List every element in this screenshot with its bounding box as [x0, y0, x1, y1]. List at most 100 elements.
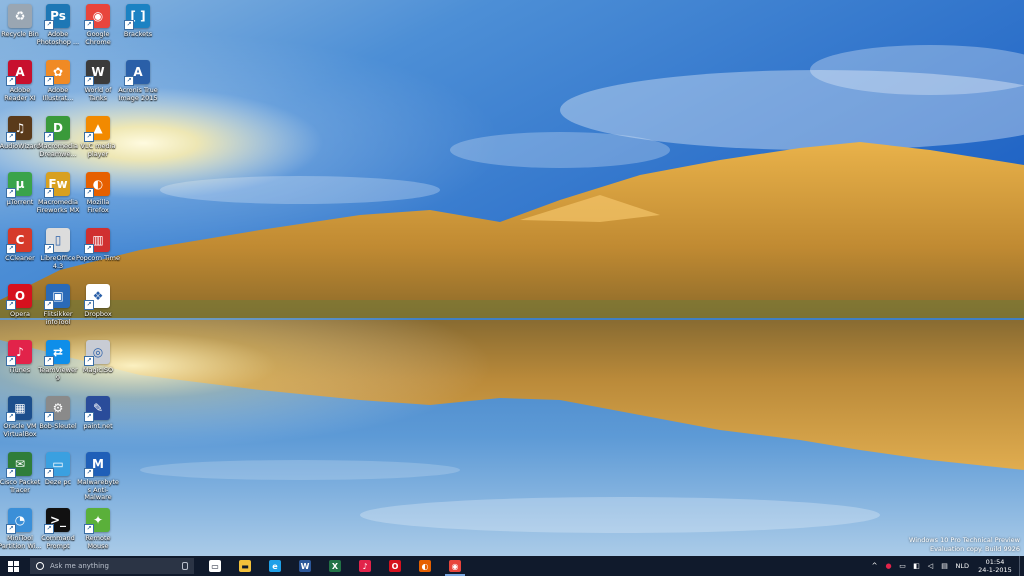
shortcut-label: Malwarebytes Anti-Malware: [77, 478, 119, 501]
bob-sleutel-icon: ⚙ ↗: [44, 396, 70, 422]
tray-chevron-icon[interactable]: ^: [870, 561, 880, 571]
watermark-line-2: Evaluation copy. Build 9926: [929, 545, 1020, 553]
input-language[interactable]: NLD: [956, 562, 970, 570]
microphone-icon[interactable]: [182, 562, 188, 570]
desktop-shortcut[interactable]: ▲ ↗ VLC media player: [78, 116, 118, 172]
desktop-shortcut[interactable]: ◎ ↗ MagicISO: [78, 340, 118, 396]
taskbar: Ask me anything ▭ ▬ e W X ♪ O ◐ ◉ ^ ● ▭ ◧ ◁ ▤ NL…: [0, 556, 1024, 576]
start-button[interactable]: [0, 556, 26, 576]
system-tray: ^ ● ▭ ◧ ◁ ▤ NLD 01:54 24-1-2015: [868, 556, 1024, 576]
shortcut-arrow-icon: ↗: [84, 300, 94, 310]
desktop-shortcut[interactable]: ◐ ↗ Mozilla Firefox: [78, 172, 118, 228]
desktop-shortcut[interactable]: Ps ↗ Adobe Photoshop ...: [37, 4, 79, 60]
acronis-icon: A ↗: [124, 60, 150, 86]
desktop-shortcut[interactable]: A ↗ Adobe Reader XI: [0, 60, 40, 116]
desktop-shortcut[interactable]: [ ] ↗ Brackets: [118, 4, 158, 60]
taskbar-firefox-button[interactable]: ◐: [410, 556, 440, 576]
world-of-tanks-icon: W ↗: [84, 60, 110, 86]
desktop-shortcut[interactable]: ✉ ↗ Cisco Packet Tracer: [0, 452, 40, 508]
desktop-shortcut[interactable]: A ↗ Acronis True Image 2015: [118, 60, 158, 116]
shortcut-label: Acronis True Image 2015: [118, 86, 158, 102]
minitool-icon: ◔ ↗: [6, 508, 32, 534]
shortcut-arrow-icon: ↗: [44, 300, 54, 310]
shortcut-arrow-icon: ↗: [84, 132, 94, 142]
desktop-shortcut[interactable]: C ↗ CCleaner: [0, 228, 40, 284]
taskbar-internet-explorer-button[interactable]: e: [260, 556, 290, 576]
clock[interactable]: 01:54 24-1-2015: [975, 558, 1015, 574]
shortcut-arrow-icon: ↗: [6, 188, 16, 198]
shortcut-arrow-icon: ↗: [44, 244, 54, 254]
action-center-icon[interactable]: ▤: [940, 561, 950, 571]
shortcut-arrow-icon: ↗: [44, 412, 54, 422]
itunes-icon: ♪ ↗: [6, 340, 32, 366]
shortcut-label: Macromedia Fireworks MX: [36, 198, 80, 214]
brackets-icon: [ ] ↗: [124, 4, 150, 30]
desktop-shortcut[interactable]: ✿ ↗ Adobe Illustrat...: [38, 60, 78, 116]
shortcut-arrow-icon: ↗: [6, 524, 16, 534]
shortcut-arrow-icon: ↗: [84, 244, 94, 254]
desktop-shortcut[interactable]: M ↗ Malwarebytes Anti-Malware: [77, 452, 119, 508]
desktop-shortcut[interactable]: ▭ ↗ Deze pc: [38, 452, 78, 508]
desktop-shortcut[interactable]: ▥ ↗ Popcorn Time: [76, 228, 120, 284]
shortcut-label: paint.net: [83, 422, 113, 430]
desktop-shortcut[interactable]: ▦ ↗ Oracle VM VirtualBox: [0, 396, 40, 452]
shortcut-arrow-icon: ↗: [84, 76, 94, 86]
teamviewer-icon: ⇄ ↗: [44, 340, 70, 366]
shortcut-arrow-icon: ↗: [44, 468, 54, 478]
desktop-shortcut[interactable]: ▯ ↗ LibreOffice 4.3: [38, 228, 78, 284]
chrome-icon: ◉ ↗: [84, 4, 110, 30]
search-box[interactable]: Ask me anything: [30, 558, 194, 574]
desktop-shortcut[interactable]: µ ↗ µTorrent: [0, 172, 40, 228]
desktop-shortcut[interactable]: ◉ ↗ Google Chrome: [78, 4, 118, 60]
desktop-shortcut[interactable]: ♻ Recycle Bin: [0, 4, 40, 60]
desktop-shortcut[interactable]: ♪ ↗ iTunes: [0, 340, 40, 396]
shortcut-arrow-icon: ↗: [6, 468, 16, 478]
volume-icon[interactable]: ◁: [926, 561, 936, 571]
desktop-shortcut[interactable]: ♫ ↗ AudioWizard: [0, 116, 40, 172]
show-desktop-button[interactable]: [1019, 556, 1024, 576]
desktop-shortcut[interactable]: ✎ ↗ paint.net: [78, 396, 118, 452]
taskbar-word-button[interactable]: W: [290, 556, 320, 576]
packet-tracer-icon: ✉ ↗: [6, 452, 32, 478]
desktop-shortcut[interactable]: Fw ↗ Macromedia Fireworks MX: [36, 172, 80, 228]
internet-explorer-icon: e: [269, 560, 281, 572]
shortcut-arrow-icon: ↗: [84, 188, 94, 198]
taskbar-task-view-button[interactable]: ▭: [200, 556, 230, 576]
watermark-line-1: Windows 10 Pro Technical Preview: [908, 536, 1020, 544]
desktop-shortcut[interactable]: D ↗ Macromedia Dreamwe...: [38, 116, 78, 172]
shortcut-arrow-icon: ↗: [44, 76, 54, 86]
adobe-reader-icon: A ↗: [6, 60, 32, 86]
virtualbox-icon: ▦ ↗: [6, 396, 32, 422]
tray-app-icon[interactable]: ●: [884, 561, 894, 571]
shortcut-label: Google Chrome: [85, 30, 111, 46]
command-prompt-icon: >_ ↗: [44, 508, 70, 534]
desktop-shortcut[interactable]: ❖ ↗ Dropbox: [78, 284, 118, 340]
shortcut-arrow-icon: ↗: [6, 76, 16, 86]
shortcut-arrow-icon: ↗: [44, 20, 54, 30]
desktop-shortcut[interactable]: O ↗ Opera: [0, 284, 40, 340]
shortcut-arrow-icon: ↗: [6, 356, 16, 366]
shortcut-arrow-icon: ↗: [84, 356, 94, 366]
taskbar-file-explorer-button[interactable]: ▬: [230, 556, 260, 576]
popcorn-time-icon: ▥ ↗: [84, 228, 110, 254]
taskbar-itunes-button[interactable]: ♪: [350, 556, 380, 576]
taskbar-opera-button[interactable]: O: [380, 556, 410, 576]
desktop-shortcut[interactable]: W ↗ World of Tanks: [78, 60, 118, 116]
shortcut-label: Brackets: [123, 30, 153, 38]
network-icon[interactable]: ◧: [912, 561, 922, 571]
shortcut-arrow-icon: ↗: [6, 244, 16, 254]
battery-icon[interactable]: ▭: [898, 561, 908, 571]
taskbar-excel-button[interactable]: X: [320, 556, 350, 576]
desktop-shortcut[interactable]: ⚙ ↗ Bob-Sleutel: [38, 396, 78, 452]
taskbar-chrome-button[interactable]: ◉: [440, 556, 470, 576]
desktop-shortcut[interactable]: ⇄ ↗ TeamViewer 9: [38, 340, 78, 396]
excel-icon: X: [329, 560, 341, 572]
desktop-shortcut[interactable]: ▣ ↗ Flitsikker infoTool: [38, 284, 78, 340]
task-view-icon: ▭: [209, 560, 221, 572]
opera-icon: O ↗: [6, 284, 32, 310]
shortcut-label: World of Tanks: [84, 86, 112, 102]
file-explorer-icon: ▬: [239, 560, 251, 572]
shortcut-label: Remote Mouse: [85, 534, 111, 550]
shortcut-arrow-icon: ↗: [44, 356, 54, 366]
windows-logo-icon: [7, 560, 19, 572]
